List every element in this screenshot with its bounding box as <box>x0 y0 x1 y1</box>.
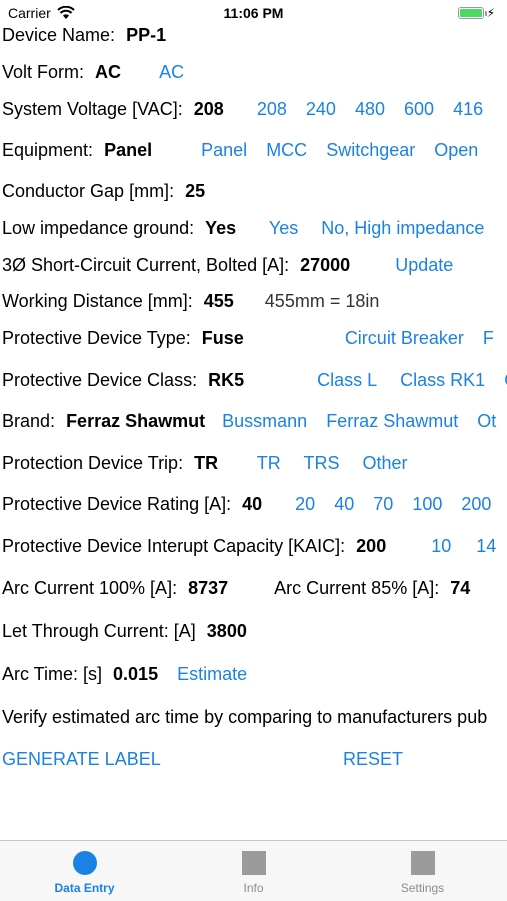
protective-device-class-row: Protective Device Class: RK5 Class L Cla… <box>2 369 507 391</box>
conductor-gap-row: Conductor Gap [mm]: 25 <box>2 180 211 202</box>
system-voltage-row: System Voltage [VAC]: 208 208 240 480 60… <box>2 98 489 120</box>
protective-device-class-label: Protective Device Class: <box>2 370 198 390</box>
device-type-option-circuit-breaker[interactable]: Circuit Breaker <box>345 328 464 348</box>
volt-form-row: Volt Form: AC AC <box>2 61 190 83</box>
square-icon <box>241 851 266 875</box>
capacity-option-10[interactable]: 10 <box>431 536 451 556</box>
tab-settings-label: Settings <box>400 881 445 895</box>
rating-option-40[interactable]: 40 <box>334 494 354 514</box>
rating-option-70[interactable]: 70 <box>373 494 393 514</box>
tab-info-label: Info <box>243 881 264 895</box>
device-class-option-rk1[interactable]: Class RK1 <box>400 370 485 390</box>
volt-form-label: Volt Form: <box>2 62 85 82</box>
trip-option-trs[interactable]: TRS <box>303 453 339 473</box>
protective-device-rating-label: Protective Device Rating [A]: <box>2 494 232 514</box>
protection-device-trip-label: Protection Device Trip: <box>2 453 184 473</box>
equipment-value: Panel <box>104 140 153 160</box>
device-type-option-fuse[interactable]: F <box>483 328 494 348</box>
conductor-gap-value[interactable]: 25 <box>185 181 205 201</box>
protective-device-rating-value: 40 <box>242 494 263 514</box>
arc-current-85-label: Arc Current 85% [A]: <box>274 578 440 598</box>
circle-icon <box>72 851 97 875</box>
system-voltage-label: System Voltage [VAC]: <box>2 99 183 119</box>
working-distance-row: Working Distance [mm]: 455 455mm = 18in <box>2 290 385 312</box>
working-distance-label: Working Distance [mm]: <box>2 291 193 311</box>
equipment-option-panel[interactable]: Panel <box>201 140 247 160</box>
equipment-row: Equipment: Panel Panel MCC Switchgear Op… <box>2 139 484 161</box>
device-name-label: Device Name: <box>2 25 116 45</box>
short-circuit-label: 3Ø Short-Circuit Current, Bolted [A]: <box>2 255 290 275</box>
protective-device-class-value: RK5 <box>208 370 245 390</box>
ground-option-yes[interactable]: Yes <box>269 218 298 238</box>
protective-device-type-row: Protective Device Type: Fuse Circuit Bre… <box>2 327 500 349</box>
working-distance-conversion: 455mm = 18in <box>264 291 380 311</box>
estimate-button[interactable]: Estimate <box>177 664 247 684</box>
arc-current-100-value: 8737 <box>188 578 229 598</box>
voltage-option-416[interactable]: 416 <box>453 99 483 119</box>
low-impedance-ground-row: Low impedance ground: Yes Yes No, High i… <box>2 217 490 239</box>
protective-device-type-value: Fuse <box>201 328 244 348</box>
tab-settings[interactable]: Settings <box>338 841 507 901</box>
volt-form-value: AC <box>95 62 122 82</box>
capacity-option-14[interactable]: 14 <box>476 536 496 556</box>
equipment-label: Equipment: <box>2 140 94 160</box>
tab-bar: Data Entry Info Settings <box>0 840 507 901</box>
protective-device-rating-row: Protective Device Rating [A]: 40 20 40 7… <box>2 493 497 515</box>
interupt-capacity-value: 200 <box>356 536 387 556</box>
let-through-row: Let Through Current: [A] 3800 <box>2 620 253 642</box>
arc-time-value[interactable]: 0.015 <box>113 664 158 684</box>
tab-data-entry-label: Data Entry <box>54 881 115 895</box>
trip-option-tr[interactable]: TR <box>257 453 281 473</box>
voltage-option-208[interactable]: 208 <box>257 99 287 119</box>
working-distance-value[interactable]: 455 <box>204 291 234 311</box>
brand-option-ferraz-shawmut[interactable]: Ferraz Shawmut <box>326 411 458 431</box>
system-voltage-value: 208 <box>193 99 224 119</box>
equipment-option-open[interactable]: Open <box>434 140 478 160</box>
voltage-option-240[interactable]: 240 <box>306 99 336 119</box>
arc-current-100-label: Arc Current 100% [A]: <box>2 578 178 598</box>
brand-row: Brand: Ferraz Shawmut Bussmann Ferraz Sh… <box>2 410 502 432</box>
volt-form-option-ac[interactable]: AC <box>159 62 184 82</box>
voltage-option-480[interactable]: 480 <box>355 99 385 119</box>
data-entry-form: Device Name: PP-1 Volt Form: AC AC Syste… <box>0 0 507 840</box>
let-through-label: Let Through Current: [A] <box>2 621 196 641</box>
voltage-option-600[interactable]: 600 <box>404 99 434 119</box>
arc-time-row: Arc Time: [s] 0.015 Estimate <box>2 663 253 685</box>
interupt-capacity-row: Protective Device Interupt Capacity [KAI… <box>2 535 502 557</box>
low-impedance-ground-label: Low impedance ground: <box>2 218 195 238</box>
let-through-value[interactable]: 3800 <box>207 621 247 641</box>
reset-button[interactable]: RESET <box>343 748 403 770</box>
interupt-capacity-label: Protective Device Interupt Capacity [KAI… <box>2 536 346 556</box>
update-button[interactable]: Update <box>395 255 453 275</box>
trip-option-other[interactable]: Other <box>362 453 407 473</box>
tab-data-entry[interactable]: Data Entry <box>0 841 169 901</box>
conductor-gap-label: Conductor Gap [mm]: <box>2 181 175 201</box>
low-impedance-ground-value: Yes <box>205 218 237 238</box>
brand-option-other[interactable]: Ot <box>477 411 496 431</box>
rating-option-100[interactable]: 100 <box>412 494 442 514</box>
device-class-option-l[interactable]: Class L <box>317 370 377 390</box>
short-circuit-row: 3Ø Short-Circuit Current, Bolted [A]: 27… <box>2 254 459 276</box>
tab-info[interactable]: Info <box>169 841 338 901</box>
verify-note: Verify estimated arc time by comparing t… <box>2 707 488 727</box>
equipment-option-switchgear[interactable]: Switchgear <box>326 140 415 160</box>
ground-option-no[interactable]: No, High impedance <box>321 218 484 238</box>
equipment-option-mcc[interactable]: MCC <box>266 140 307 160</box>
generate-label-button[interactable]: GENERATE LABEL <box>2 748 161 770</box>
brand-value: Ferraz Shawmut <box>66 411 206 431</box>
device-name-row: Device Name: PP-1 <box>2 24 172 46</box>
brand-label: Brand: <box>2 411 56 431</box>
protective-device-type-label: Protective Device Type: <box>2 328 191 348</box>
protection-device-trip-row: Protection Device Trip: TR TR TRS Other <box>2 452 414 474</box>
rating-option-20[interactable]: 20 <box>295 494 315 514</box>
square-icon <box>410 851 435 875</box>
protection-device-trip-value: TR <box>194 453 219 473</box>
short-circuit-value[interactable]: 27000 <box>300 255 350 275</box>
arc-current-row: Arc Current 100% [A]: 8737 Arc Current 8… <box>2 577 476 599</box>
brand-option-bussmann[interactable]: Bussmann <box>222 411 307 431</box>
rating-option-200[interactable]: 200 <box>461 494 491 514</box>
arc-current-85-value: 74 <box>450 578 471 598</box>
device-name-value[interactable]: PP-1 <box>126 25 166 45</box>
arc-time-label: Arc Time: [s] <box>2 664 103 684</box>
